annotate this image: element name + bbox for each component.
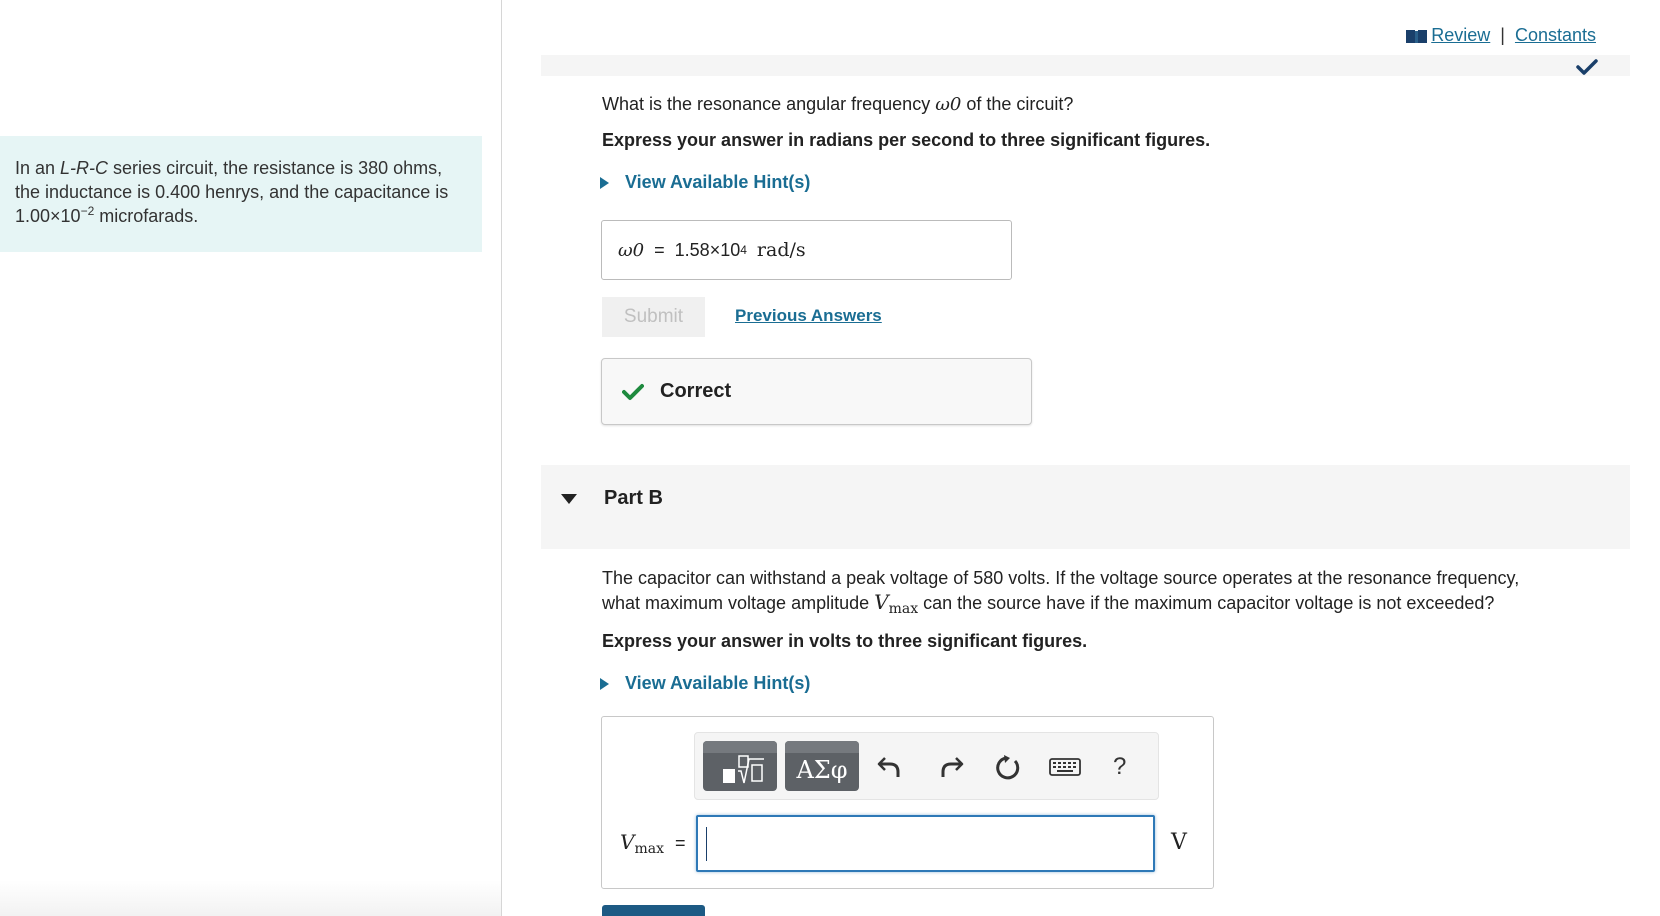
vmax-answer-input[interactable] (696, 815, 1155, 872)
input-label-var: V (620, 830, 635, 854)
answer-equals: = (654, 239, 665, 260)
constants-link[interactable]: Constants (1515, 25, 1596, 46)
help-button[interactable]: ? (1113, 753, 1126, 781)
expand-triangle-icon (600, 677, 609, 690)
part-a-complete-check-icon (1576, 59, 1598, 75)
part-b-question: The capacitor can withstand a peak volta… (602, 566, 1622, 617)
hint-label: View Available Hint(s) (625, 673, 811, 693)
part-a-submit-button[interactable]: Submit (602, 297, 705, 337)
link-separator: | (1500, 25, 1505, 45)
answer-unit: rad/s (756, 239, 806, 261)
question-line-2-start: what maximum voltage amplitude (602, 593, 875, 613)
symbols-label: ΑΣφ (796, 756, 848, 784)
templates-icon (723, 755, 764, 784)
answer-mantissa: 1.58×10 (674, 239, 741, 260)
redo-icon[interactable] (938, 753, 966, 781)
review-link[interactable]: Review (1431, 25, 1490, 46)
column-divider (501, 0, 502, 916)
omega-symbol: ω0 (935, 94, 962, 115)
intro-circuit-type: L-R-C (60, 158, 109, 178)
part-b-title[interactable]: Part B (604, 487, 663, 510)
undo-icon[interactable] (875, 753, 903, 781)
instruction-text: Express your answer in volts to three si… (602, 631, 1088, 651)
input-equals: = (675, 833, 686, 853)
input-label: Vmax = (620, 830, 686, 857)
instruction-text: Express your answer in radians per secon… (602, 130, 1211, 150)
part-a-instruction: Express your answer in radians per secon… (602, 128, 1210, 152)
part-b-header[interactable] (541, 465, 1630, 549)
hint-label: View Available Hint(s) (625, 172, 811, 192)
part-a-answer-display: ω0 = 1.58×10 4 rad/s (601, 220, 1012, 280)
collapse-triangle-icon[interactable] (561, 494, 577, 504)
correct-check-icon (622, 383, 644, 400)
question-text: What is the resonance angular frequency (602, 94, 936, 114)
book-icon (1406, 30, 1428, 43)
part-a-header (541, 55, 1630, 76)
input-label-sub: max (634, 841, 664, 857)
intro-text-end: microfarads. (94, 206, 199, 226)
expand-triangle-icon (600, 176, 609, 189)
templates-button[interactable] (703, 741, 777, 791)
question-line-1: The capacitor can withstand a peak volta… (602, 568, 1520, 588)
question-line-2: what maximum voltage amplitude Vmax can … (602, 590, 1622, 617)
question-text-end: of the circuit? (961, 94, 1074, 114)
previous-answers-link[interactable]: Previous Answers (735, 306, 882, 326)
feedback-text: Correct (660, 380, 732, 402)
vmax-variable: V (874, 590, 889, 614)
part-a-hint-toggle[interactable]: View Available Hint(s) (600, 172, 810, 193)
part-a-question: What is the resonance angular frequency … (602, 92, 1073, 117)
part-b-submit-button[interactable] (602, 905, 705, 916)
part-b-hint-toggle[interactable]: View Available Hint(s) (600, 673, 810, 694)
symbols-button[interactable]: ΑΣφ (785, 741, 859, 791)
question-line-2-end: can the source have if the maximum capac… (918, 593, 1495, 613)
vmax-subscript: max (888, 601, 919, 617)
answer-variable: ω0 (618, 239, 645, 261)
bottom-fade (0, 880, 501, 916)
reset-icon[interactable] (994, 753, 1022, 781)
top-links: Review | Constants (1406, 25, 1596, 46)
part-b-instruction: Express your answer in volts to three si… (602, 629, 1087, 653)
intro-exponent: −2 (80, 204, 95, 218)
correct-feedback: Correct (601, 358, 1032, 425)
problem-intro: In an L-R-C series circuit, the resistan… (0, 136, 482, 252)
input-unit: V (1171, 830, 1187, 855)
intro-prefix: In an (15, 158, 61, 178)
keyboard-icon[interactable] (1048, 753, 1082, 781)
text-caret (706, 827, 707, 861)
